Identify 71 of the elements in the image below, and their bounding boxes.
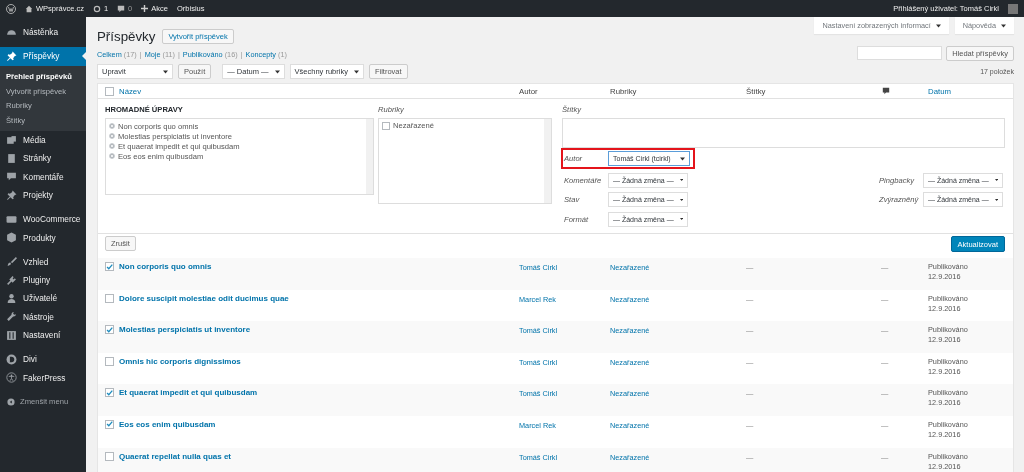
remove-icon[interactable] [109,133,115,139]
media-icon [6,134,17,146]
post-title-link[interactable]: Molestias perspiciatis ut inventore [119,325,519,335]
speech-bubble-icon [882,87,890,95]
wrench-icon [6,311,17,323]
row-checkbox[interactable] [105,325,114,335]
row-checkbox[interactable] [105,262,114,271]
person-icon [6,293,17,304]
scrollbar[interactable] [366,119,373,194]
sidebar-item[interactable]: FakerPress [0,368,86,387]
store-icon [6,213,17,225]
pin-icon [6,189,17,201]
brush-icon [6,256,17,268]
pin-icon [6,50,17,62]
row-checkbox[interactable] [105,356,114,366]
caret-icon [163,69,168,74]
speech-bubble-icon [117,4,126,13]
post-title-link[interactable]: Eos eos enim quibusdam [119,419,519,429]
search-field[interactable] [857,46,943,60]
row-checkbox[interactable] [105,451,114,461]
cube-icon [6,232,17,244]
person-circle-icon [6,372,17,384]
remove-icon[interactable] [109,123,115,129]
post-title-link[interactable]: Dolore suscipit molestiae odit ducimus quae [119,293,519,303]
scrollbar[interactable] [544,119,551,203]
tags-textarea[interactable] [562,118,1005,148]
row-checkbox[interactable] [105,293,114,303]
sidebar-item[interactable]: Nástěnka [0,23,86,42]
sidebar-item[interactable]: Produkty [0,228,86,247]
wordpress-logo-icon[interactable] [6,3,16,14]
caret-icon [935,23,941,28]
caret-icon [679,178,683,182]
sidebar-item[interactable]: WooCommerce [0,210,86,229]
sidebar-item[interactable]: Příspěvky [0,47,86,66]
post-title-link[interactable]: Non corporis quo omnis [119,262,519,271]
sidebar-item[interactable]: Projekty [0,185,86,205]
sliders-icon [6,329,17,341]
remove-icon[interactable] [109,143,115,149]
sidebar-item[interactable]: Komentáře [0,167,86,186]
plus-icon [141,5,149,12]
page-title: Příspěvky [97,29,156,44]
speech-bubble-icon [6,171,17,183]
collapse-icon [7,397,15,406]
sidebar-item[interactable]: Uživatelé [0,289,86,308]
post-title-link[interactable]: Quaerat repellat nulla quas et [119,451,519,461]
sidebar-item[interactable]: Pluginy [0,271,86,290]
post-title-link[interactable]: Et quaerat impedit et qui quibusdam [119,388,519,398]
remove-icon[interactable] [109,153,115,159]
sidebar-item[interactable]: Divi [0,350,86,369]
sidebar-item[interactable]: Nastavení [0,325,86,345]
select-all-checkbox[interactable] [105,86,114,96]
caret-icon [353,69,359,74]
caret-icon [274,69,280,74]
category-checkbox[interactable] [382,121,390,130]
page-icon [6,152,17,164]
caret-icon [994,178,998,182]
sidebar-item[interactable]: Vzhled [0,252,86,272]
house-icon [25,4,33,13]
refresh-icon [92,4,101,13]
row-checkbox[interactable] [105,419,114,429]
letter-circle-icon [6,353,17,365]
sidebar-item[interactable]: Média [0,130,86,150]
sidebar-item[interactable]: Nástroje [0,307,86,326]
sidebar-item[interactable]: Stránky [0,149,86,168]
caret-icon [679,217,683,221]
row-checkbox[interactable] [105,388,114,398]
plug-icon [6,274,17,286]
avatar[interactable] [1008,3,1018,14]
post-title-link[interactable]: Omnis hic corporis dignissimos [119,356,519,366]
caret-icon [1001,23,1006,28]
caret-icon [680,156,685,161]
